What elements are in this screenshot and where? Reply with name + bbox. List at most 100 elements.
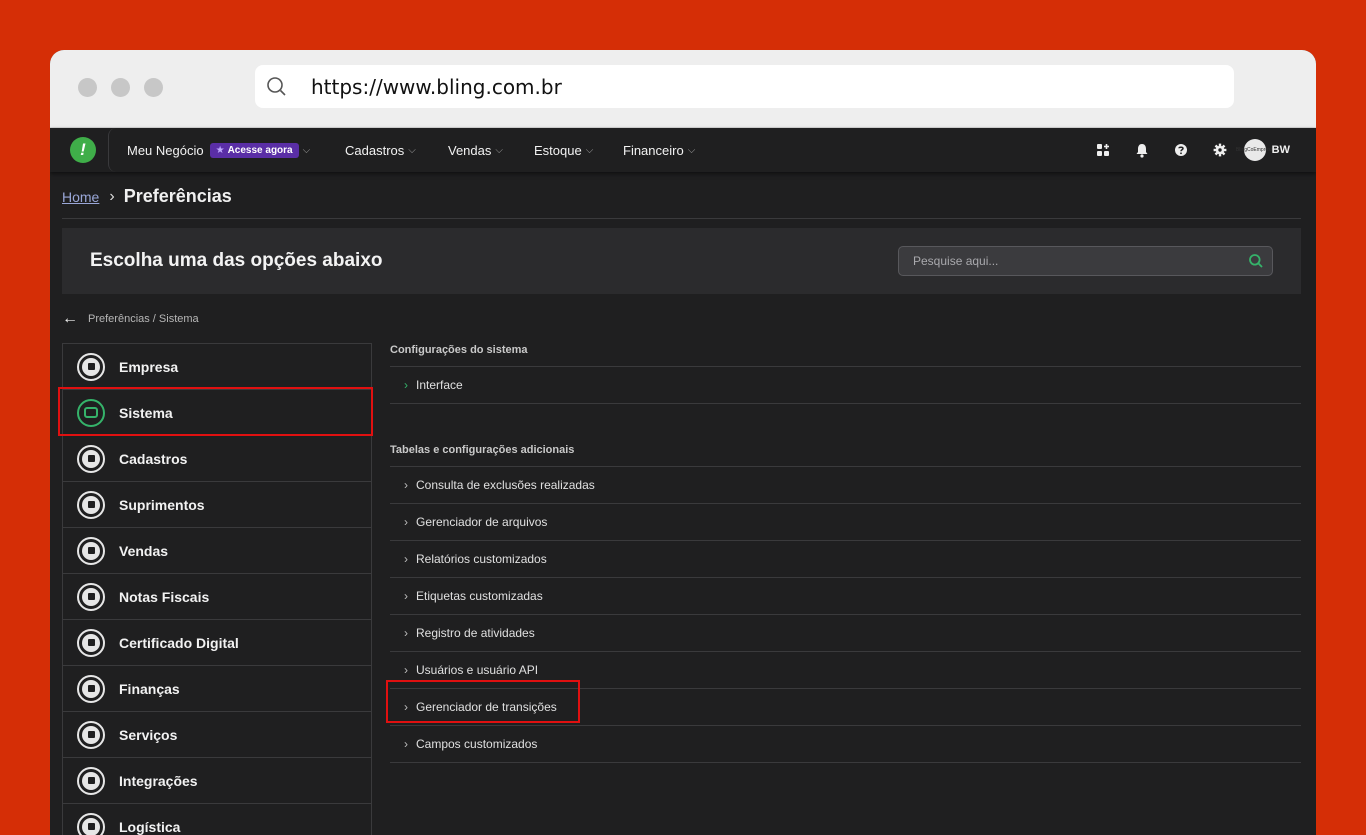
subpath: ← Preferências / Sistema bbox=[62, 310, 199, 328]
nav-label: Meu Negócio bbox=[127, 142, 204, 158]
header-actions: BlingCoEmpresa BW bbox=[1084, 128, 1290, 172]
help-icon[interactable] bbox=[1162, 128, 1201, 172]
building-icon bbox=[77, 352, 105, 381]
options-banner: Escolha uma das opções abaixo bbox=[62, 228, 1301, 294]
preferences-sidebar: Empresa Sistema Cadastros Suprimentos Ve… bbox=[62, 343, 372, 835]
search-box bbox=[898, 246, 1273, 276]
gear-icon[interactable] bbox=[1201, 128, 1240, 172]
chevron-down-icon: ⌵ bbox=[585, 144, 594, 156]
window-controls bbox=[78, 78, 163, 97]
chevron-right-icon: › bbox=[404, 737, 408, 751]
subpath-text: Preferências / Sistema bbox=[88, 313, 199, 325]
browser-window: https://www.bling.com.br ! Meu Negócio ★… bbox=[50, 50, 1316, 835]
list-item-campos-customizados[interactable]: › Campos customizados bbox=[390, 726, 1301, 763]
nav-estoque[interactable]: Estoque ⌵ bbox=[534, 128, 593, 172]
chevron-down-icon: ⌵ bbox=[687, 144, 696, 156]
sidebar-item-empresa[interactable]: Empresa bbox=[63, 344, 371, 390]
list-item-label: Consulta de exclusões realizadas bbox=[416, 478, 595, 492]
search-icon[interactable] bbox=[1248, 253, 1264, 269]
chevron-right-icon: › bbox=[404, 478, 408, 492]
plug-icon bbox=[77, 766, 105, 795]
list-item-interface[interactable]: › Interface bbox=[390, 367, 1301, 404]
nav-cadastros[interactable]: Cadastros ⌵ bbox=[345, 128, 416, 172]
list-item-gerenciador-transicoes[interactable]: › Gerenciador de transições bbox=[390, 689, 1301, 726]
address-bar[interactable]: https://www.bling.com.br bbox=[255, 65, 1234, 108]
list-item-gerenciador-arquivos[interactable]: › Gerenciador de arquivos bbox=[390, 504, 1301, 541]
star-icon: ★ bbox=[215, 144, 225, 156]
book-icon bbox=[77, 444, 105, 473]
list-item-label: Gerenciador de arquivos bbox=[416, 515, 548, 529]
sidebar-item-suprimentos[interactable]: Suprimentos bbox=[63, 482, 371, 528]
breadcrumb-home-link[interactable]: Home bbox=[62, 189, 99, 205]
sidebar-item-label: Integrações bbox=[119, 772, 198, 789]
chevron-right-icon: › bbox=[404, 515, 408, 529]
list-item-label: Etiquetas customizadas bbox=[416, 589, 543, 603]
user-initials[interactable]: BW bbox=[1272, 144, 1290, 156]
chevron-right-icon: › bbox=[404, 663, 408, 677]
nav-vendas[interactable]: Vendas ⌵ bbox=[448, 128, 503, 172]
sidebar-item-servicos[interactable]: Serviços bbox=[63, 712, 371, 758]
list-item-label: Interface bbox=[416, 378, 463, 392]
url-text: https://www.bling.com.br bbox=[311, 74, 562, 99]
list-item-label: Gerenciador de transições bbox=[416, 700, 557, 714]
acesse-agora-badge[interactable]: ★ Acesse agora bbox=[209, 142, 299, 158]
sidebar-item-sistema[interactable]: Sistema bbox=[63, 390, 371, 436]
nav-label: Cadastros bbox=[345, 142, 405, 158]
sidebar-item-label: Serviços bbox=[119, 726, 178, 743]
sidebar-item-label: Cadastros bbox=[119, 450, 188, 467]
invoice-icon bbox=[77, 582, 105, 611]
arrow-left-icon[interactable]: ← bbox=[62, 310, 78, 328]
sidebar-item-integracoes[interactable]: Integrações bbox=[63, 758, 371, 804]
sidebar-item-cadastros[interactable]: Cadastros bbox=[63, 436, 371, 482]
sidebar-item-financas[interactable]: Finanças bbox=[63, 666, 371, 712]
breadcrumb: Home › Preferências bbox=[62, 186, 232, 207]
chevron-right-icon: › bbox=[404, 626, 408, 640]
sidebar-item-label: Notas Fiscais bbox=[119, 588, 210, 605]
chevron-right-icon: › bbox=[109, 187, 115, 205]
apps-icon[interactable] bbox=[1084, 128, 1123, 172]
chevron-down-icon: ⌵ bbox=[302, 144, 311, 156]
bell-icon[interactable] bbox=[1123, 128, 1162, 172]
clipboard-icon bbox=[77, 720, 105, 749]
top-navigation: ! Meu Negócio ★ Acesse agora ⌵ Cadastros… bbox=[50, 128, 1316, 172]
search-input[interactable] bbox=[913, 254, 1233, 268]
section-title: Tabelas e configurações adicionais bbox=[390, 444, 575, 456]
sidebar-item-label: Logística bbox=[119, 818, 181, 835]
search-icon bbox=[267, 76, 286, 96]
preferences-content: Configurações do sistema › Interface Tab… bbox=[390, 343, 1301, 763]
list-item-registro-atividades[interactable]: › Registro de atividades bbox=[390, 615, 1301, 652]
sidebar-item-certificado-digital[interactable]: Certificado Digital bbox=[63, 620, 371, 666]
list-item-label: Campos customizados bbox=[416, 737, 538, 751]
chevron-down-icon: ⌵ bbox=[408, 144, 416, 156]
list-item-usuarios-api[interactable]: › Usuários e usuário API bbox=[390, 652, 1301, 689]
nav-meu-negocio[interactable]: Meu Negócio ★ Acesse agora ⌵ bbox=[127, 128, 310, 172]
minimize-dot[interactable] bbox=[111, 78, 130, 97]
avatar[interactable]: BlingCoEmpresa bbox=[1236, 139, 1273, 161]
sidebar-item-label: Finanças bbox=[119, 680, 180, 697]
sidebar-item-notas-fiscais[interactable]: Notas Fiscais bbox=[63, 574, 371, 620]
bling-logo-icon[interactable]: ! bbox=[70, 137, 96, 163]
list-item-etiquetas-customizadas[interactable]: › Etiquetas customizadas bbox=[390, 578, 1301, 615]
list-item-relatorios-customizados[interactable]: › Relatórios customizados bbox=[390, 541, 1301, 578]
breadcrumb-divider bbox=[62, 218, 1301, 219]
close-dot[interactable] bbox=[78, 78, 97, 97]
section-title: Configurações do sistema bbox=[390, 344, 528, 356]
nav-label: Financeiro bbox=[623, 142, 684, 158]
sidebar-item-label: Vendas bbox=[119, 542, 169, 559]
banner-title: Escolha uma das opções abaixo bbox=[90, 250, 383, 271]
truck-icon bbox=[77, 812, 105, 835]
chevron-right-icon: › bbox=[404, 552, 408, 566]
list-item-label: Relatórios customizados bbox=[416, 552, 547, 566]
list-item-consulta-exclusoes[interactable]: › Consulta de exclusões realizadas bbox=[390, 467, 1301, 504]
sidebar-item-logistica[interactable]: Logística bbox=[63, 804, 371, 835]
logo-divider bbox=[108, 128, 116, 172]
browser-chrome: https://www.bling.com.br bbox=[50, 50, 1316, 128]
section-list: › Consulta de exclusões realizadas › Ger… bbox=[390, 466, 1301, 763]
monitor-icon bbox=[77, 398, 105, 427]
section-list: › Interface bbox=[390, 366, 1301, 404]
chevron-down-icon: ⌵ bbox=[495, 144, 503, 156]
sidebar-item-label: Certificado Digital bbox=[119, 634, 239, 651]
sidebar-item-vendas[interactable]: Vendas bbox=[63, 528, 371, 574]
maximize-dot[interactable] bbox=[144, 78, 163, 97]
nav-financeiro[interactable]: Financeiro ⌵ bbox=[623, 128, 695, 172]
